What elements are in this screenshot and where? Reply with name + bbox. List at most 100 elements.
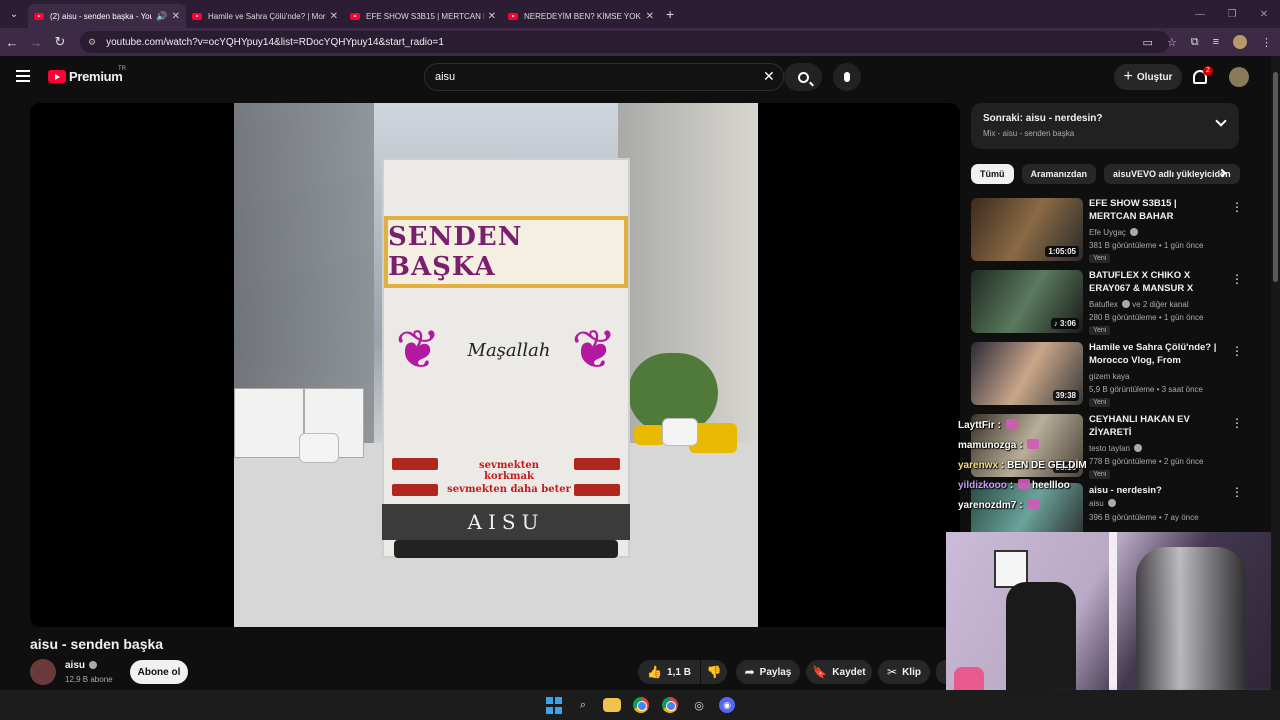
- dislike-button[interactable]: 👎: [701, 660, 727, 684]
- browser-menu-icon[interactable]: ⋮: [1261, 36, 1272, 49]
- bookmark-icon: 🔖: [812, 665, 828, 679]
- fairy-icon: ❦: [395, 320, 441, 380]
- browser-tab-3[interactable]: EFE SHOW S3B15 | MERTCAN BAHAR ✕: [344, 4, 502, 28]
- browser-tab-bar: ⌄ (2) aisu - senden başka - YouTube 🔊 ✕ …: [0, 0, 1280, 28]
- search-icon[interactable]: ⌕: [574, 696, 592, 714]
- new-badge: Yeni: [1089, 326, 1111, 335]
- youtube-play-icon: [48, 70, 66, 83]
- url-text: youtube.com/watch?v=ocYQHYpuy14&list=RDo…: [106, 36, 444, 48]
- youtube-logo[interactable]: Premium TR: [48, 66, 126, 84]
- more-actions-button[interactable]: [936, 660, 946, 684]
- tab-title: EFE SHOW S3B15 | MERTCAN BAHAR: [366, 11, 484, 21]
- car: [299, 433, 339, 463]
- truck-wheels: [394, 540, 618, 558]
- bookmark-star-icon[interactable]: ☆: [1167, 36, 1177, 49]
- create-button[interactable]: + Oluştur: [1114, 64, 1182, 90]
- obs-icon[interactable]: ◎: [690, 696, 708, 714]
- speaker-icon[interactable]: 🔊: [156, 11, 167, 22]
- chip-from-search[interactable]: Aramanızdan: [1021, 164, 1097, 184]
- forward-icon[interactable]: →: [24, 35, 48, 50]
- recommendation-channel: gizem kaya: [1089, 372, 1130, 381]
- new-tab-icon[interactable]: +: [666, 6, 674, 22]
- browser-toolbar: ← → ↻ ⚙ youtube.com/watch?v=ocYQHYpuy14&…: [0, 28, 1280, 56]
- address-bar[interactable]: ⚙ youtube.com/watch?v=ocYQHYpuy14&list=R…: [80, 31, 1170, 53]
- file-explorer-icon[interactable]: [603, 698, 621, 712]
- more-options-icon[interactable]: ⋮: [1231, 273, 1243, 285]
- more-options-icon[interactable]: ⋮: [1231, 345, 1243, 357]
- browser-tab-2[interactable]: Hamile ve Sahra Çölü'nde? | Morocco Vlog…: [186, 4, 344, 28]
- chip-all[interactable]: Tümü: [971, 164, 1014, 184]
- chat-line: yildizkooo: heellloo: [958, 479, 1070, 491]
- reload-icon[interactable]: ↻: [48, 34, 72, 50]
- back-icon[interactable]: ←: [0, 35, 24, 50]
- clip-button[interactable]: ✂ Klip: [878, 660, 930, 684]
- video-player[interactable]: SENDEN BAŞKA ❦ ❦ Maşallah sevmekten kork…: [30, 103, 960, 627]
- search-icon: [797, 71, 809, 83]
- minimize-icon[interactable]: —: [1184, 0, 1216, 28]
- channel-name[interactable]: aisu: [65, 660, 98, 671]
- recommendation-title[interactable]: Hamile ve Sahra Çölü'nde? | Morocco Vlog…: [1089, 342, 1225, 368]
- video-thumbnail[interactable]: ♪ 3:06: [971, 270, 1083, 333]
- video-thumbnail[interactable]: 39:38: [971, 342, 1083, 405]
- recommendation-meta: 280 B görüntüleme • 1 gün önce: [1089, 313, 1204, 322]
- chrome-profile-icon[interactable]: [661, 696, 679, 714]
- menu-icon[interactable]: [16, 70, 30, 82]
- close-window-icon[interactable]: ✕: [1248, 0, 1280, 28]
- logo-text: Premium: [69, 69, 123, 84]
- share-button[interactable]: ➦ Paylaş: [736, 660, 800, 684]
- channel-avatar[interactable]: [30, 659, 56, 685]
- truck-line-1: sevmekten korkmak: [479, 460, 539, 482]
- recommendation-card[interactable]: 39:38 Hamile ve Sahra Çölü'nde? | Morocc…: [971, 342, 1243, 408]
- recommendation-card[interactable]: 1:05:05 EFE SHOW S3B15 | MERTCAN BAHAR E…: [971, 198, 1243, 264]
- close-tab-icon[interactable]: ✕: [488, 11, 496, 22]
- video-thumbnail[interactable]: 1:05:05: [971, 198, 1083, 261]
- chrome-icon[interactable]: [632, 696, 650, 714]
- profile-avatar[interactable]: [1233, 35, 1247, 49]
- truck-back: SENDEN BAŞKA ❦ ❦ Maşallah sevmekten kork…: [382, 158, 630, 558]
- emote-icon: [1027, 499, 1040, 509]
- stream-chat-overlay: LayttFir: mamunozga: yarenwx: BEN DE GEL…: [958, 416, 1158, 516]
- account-avatar[interactable]: [1229, 67, 1249, 87]
- more-options-icon[interactable]: ⋮: [1231, 486, 1243, 498]
- clear-search-icon[interactable]: ✕: [763, 68, 775, 85]
- chat-line: mamunozga:: [958, 436, 1158, 456]
- recommendation-title[interactable]: BATUFLEX X CHIKO X ERAY067 & MANSUR X RE…: [1089, 270, 1225, 296]
- maximize-icon[interactable]: ❐: [1216, 0, 1248, 28]
- up-next-panel[interactable]: Sonraki: aisu - nerdesin? Mix - aisu - s…: [971, 103, 1239, 149]
- notification-badge: 2: [1203, 66, 1213, 76]
- close-tab-icon[interactable]: ✕: [172, 11, 180, 22]
- recommendation-meta: 381 B görüntüleme • 1 gün önce: [1089, 241, 1204, 250]
- recommendation-channel: Batuflex ve 2 diğer kanal: [1089, 300, 1189, 309]
- site-info-icon[interactable]: ⚙: [88, 37, 96, 48]
- extensions-icon[interactable]: ⧉: [1191, 36, 1199, 49]
- recommendation-card[interactable]: ♪ 3:06 BATUFLEX X CHIKO X ERAY067 & MANS…: [971, 270, 1243, 336]
- search-input[interactable]: aisu: [424, 63, 784, 91]
- browser-tab-4[interactable]: NEREDEYİM BEN? KİMSE YOK MU ✕: [502, 4, 660, 28]
- tail-light: [392, 484, 438, 496]
- recommendation-title[interactable]: EFE SHOW S3B15 | MERTCAN BAHAR: [1089, 198, 1225, 223]
- reading-list-icon[interactable]: ≡: [1213, 36, 1219, 48]
- chevron-down-icon[interactable]: [1215, 115, 1227, 127]
- search-button[interactable]: [784, 63, 822, 91]
- like-button[interactable]: 👍 1,1 B: [638, 660, 700, 684]
- car: [662, 418, 698, 446]
- more-options-icon[interactable]: ⋮: [1231, 417, 1243, 429]
- browser-tab-1[interactable]: (2) aisu - senden başka - YouTube 🔊 ✕: [28, 4, 186, 28]
- discord-icon[interactable]: ◉: [719, 697, 735, 713]
- subscribe-button[interactable]: Abone ol: [130, 660, 188, 684]
- windows-start-icon[interactable]: [545, 696, 563, 714]
- close-tab-icon[interactable]: ✕: [330, 11, 338, 22]
- cast-icon[interactable]: ▭: [1142, 36, 1152, 49]
- chat-username: LayttFir: [958, 420, 995, 431]
- scrollbar-thumb[interactable]: [1273, 72, 1278, 282]
- tab-search-button[interactable]: ⌄: [0, 0, 28, 28]
- fairy-icon: ❦: [571, 320, 617, 380]
- save-button[interactable]: 🔖 Kaydet: [806, 660, 872, 684]
- tail-light: [392, 458, 438, 470]
- close-tab-icon[interactable]: ✕: [646, 11, 654, 22]
- emote-icon: [1018, 479, 1031, 489]
- voice-search-button[interactable]: [833, 63, 861, 91]
- duration: 1:05:05: [1045, 246, 1079, 257]
- chat-username: yildizkooo: [958, 480, 1007, 491]
- more-options-icon[interactable]: ⋮: [1231, 201, 1243, 213]
